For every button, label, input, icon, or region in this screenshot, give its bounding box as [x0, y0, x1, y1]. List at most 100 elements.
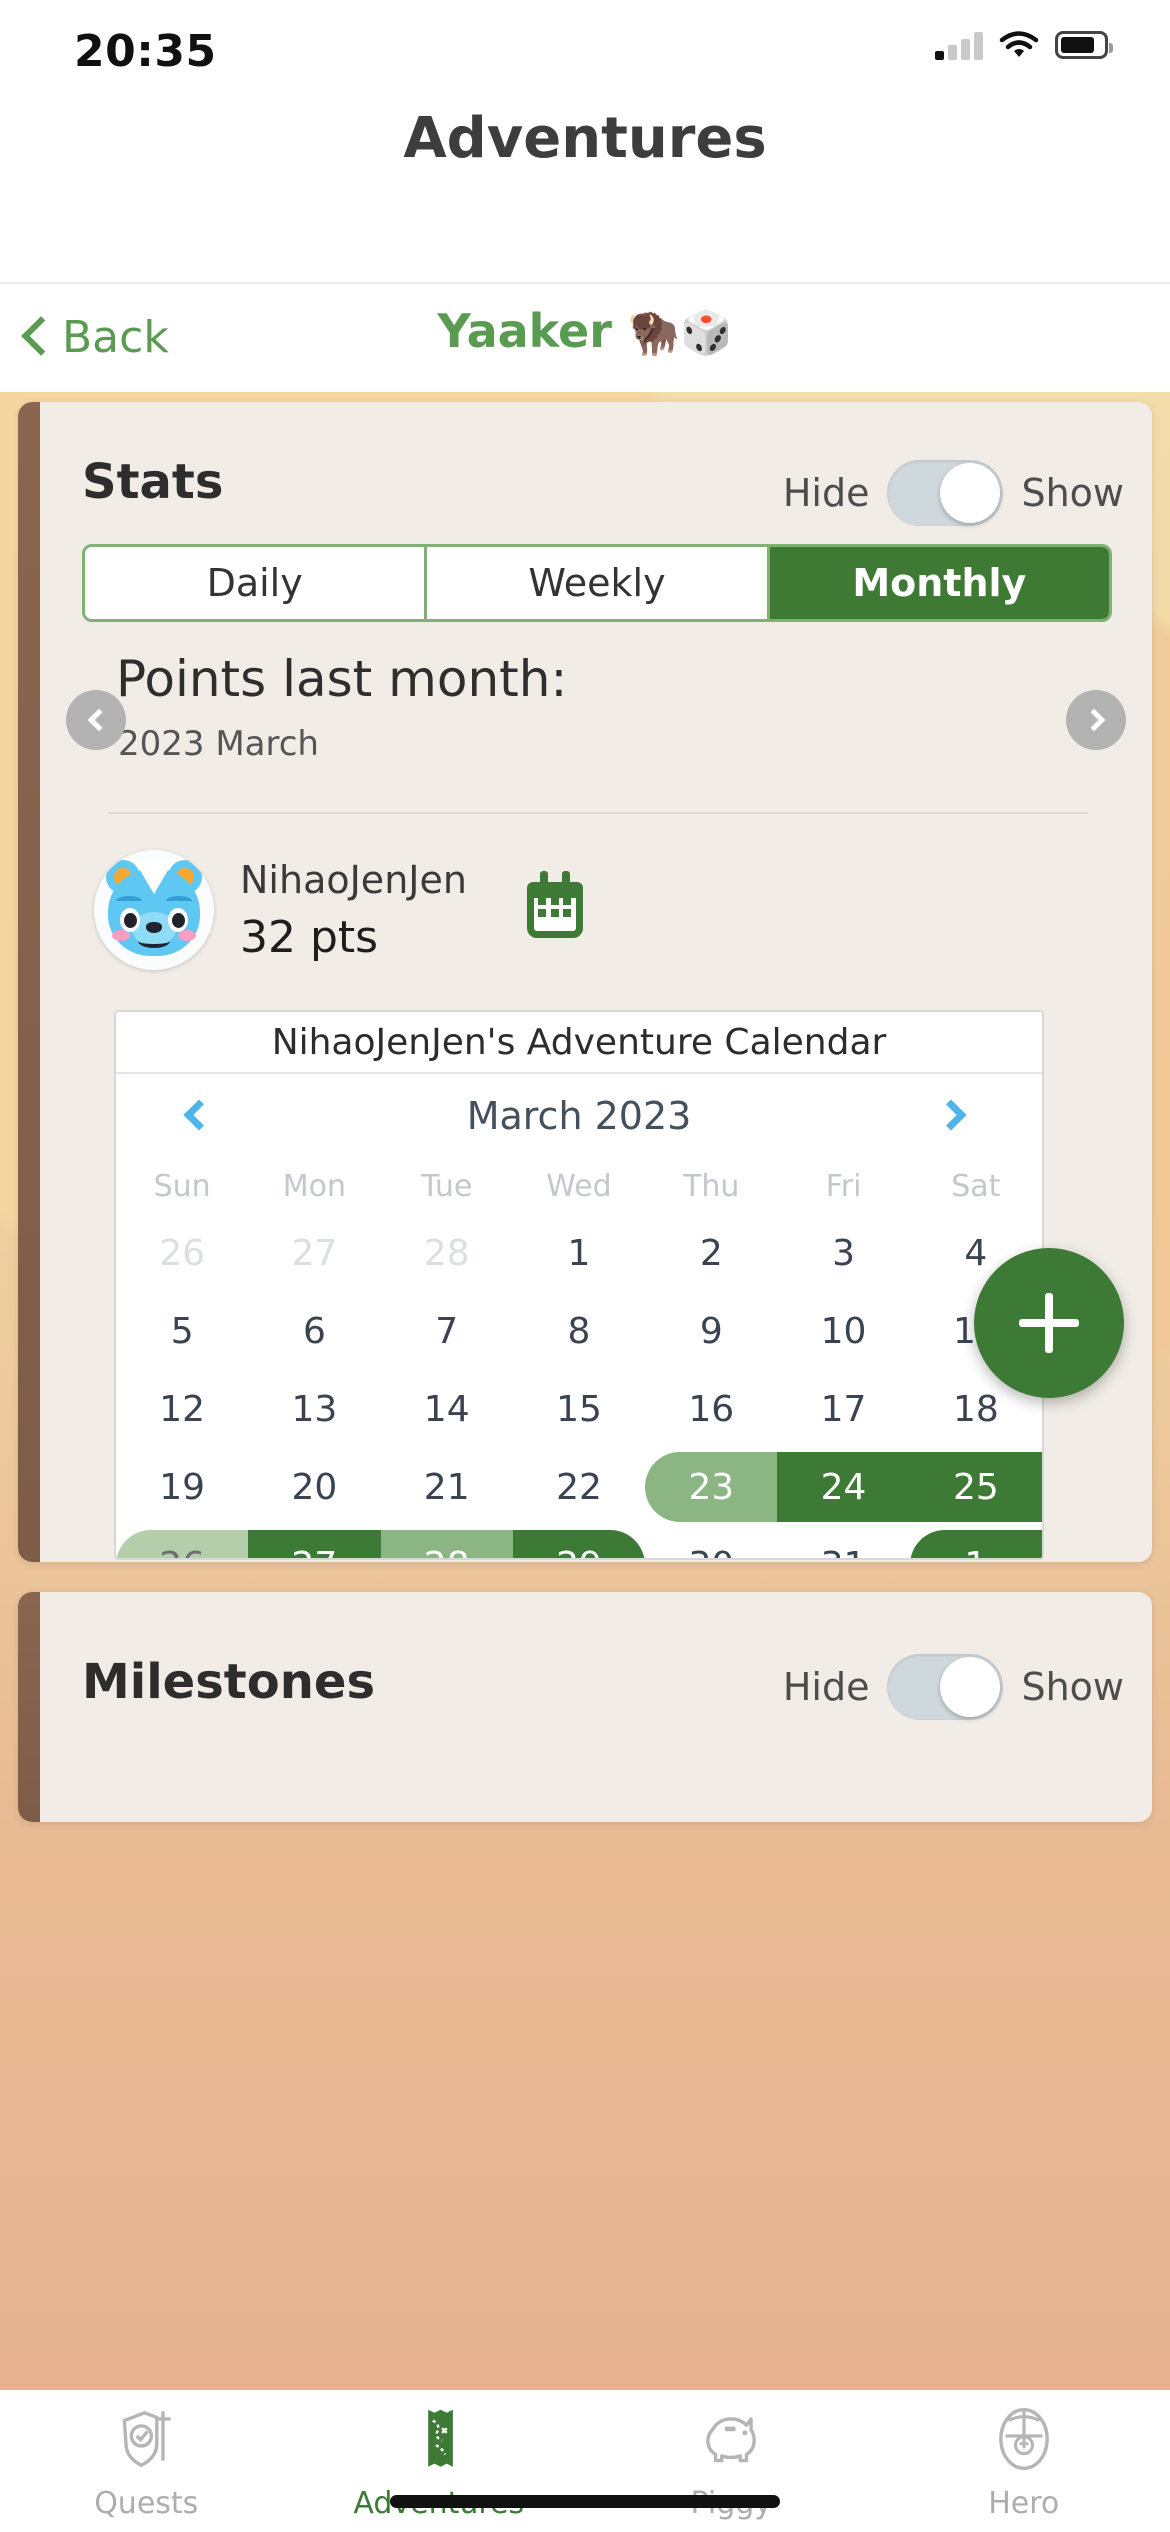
- status-time: 20:35: [74, 26, 217, 77]
- bison-dice-icon: 🦬🎲: [627, 308, 733, 357]
- tab-hero[interactable]: Hero: [878, 2402, 1170, 2521]
- day-number: 4: [964, 1232, 988, 1274]
- day-number: 1: [964, 1545, 987, 1559]
- calendar-day-cell[interactable]: 14: [381, 1370, 513, 1448]
- day-number: 17: [820, 1388, 867, 1430]
- day-number: 25: [952, 1466, 999, 1508]
- period-segmented-control[interactable]: Daily Weekly Monthly: [82, 544, 1112, 622]
- calendar-day-cell[interactable]: 1: [909, 1526, 1042, 1559]
- calendar-month-label: March 2023: [466, 1094, 692, 1138]
- calendar-day-cell[interactable]: 1: [513, 1214, 645, 1292]
- calendar-icon[interactable]: [526, 871, 583, 938]
- segment-weekly[interactable]: Weekly: [427, 547, 770, 619]
- calendar-day-cell[interactable]: 5: [116, 1292, 248, 1370]
- calendar-day-cell[interactable]: 27: [248, 1526, 381, 1558]
- divider: [108, 812, 1088, 814]
- calendar-day-cell[interactable]: 17: [777, 1370, 909, 1448]
- calendar-day-cell[interactable]: 2: [645, 1214, 777, 1292]
- phone-screen: 20:35 Adventures Back Yaaker 🦬🎲 Stats Hi…: [0, 0, 1170, 2532]
- calendar-day-cell[interactable]: 15: [513, 1370, 645, 1448]
- calendar-day-cell[interactable]: 8: [513, 1292, 645, 1370]
- day-number: 6: [302, 1310, 326, 1352]
- day-number: 24: [820, 1466, 867, 1508]
- day-number: 26: [159, 1232, 206, 1274]
- calendar-day-cell[interactable]: 21: [381, 1448, 513, 1526]
- map-icon: [427, 2409, 453, 2467]
- day-number: 13: [291, 1388, 338, 1430]
- add-button[interactable]: [974, 1248, 1124, 1398]
- calendar-dow-row: Sun Mon Tue Wed Thu Fri Sat: [116, 1158, 1042, 1214]
- calendar-week-row: 567891011: [116, 1292, 1042, 1370]
- calendar-day-cell[interactable]: 20: [248, 1448, 380, 1526]
- calendar-day-cell[interactable]: 24: [777, 1448, 910, 1526]
- calendar-day-cell[interactable]: 12: [116, 1370, 248, 1448]
- calendar-week-row: 19 20 21 22 23 24 25: [116, 1448, 1042, 1526]
- calendar-day-cell[interactable]: 30: [645, 1526, 777, 1559]
- calendar-day-cell[interactable]: 19: [116, 1448, 248, 1526]
- calendar-day-cell[interactable]: 25: [909, 1448, 1042, 1526]
- stats-panel-inner: Stats Hide Show Daily Weekly Monthly Poi…: [40, 402, 1152, 1562]
- calendar-day-cell[interactable]: 29: [512, 1526, 646, 1559]
- day-number: 28: [423, 1232, 470, 1274]
- day-number: 5: [170, 1310, 194, 1352]
- stats-heading: Stats: [82, 454, 224, 510]
- calendar-day-cell[interactable]: 28: [380, 1526, 513, 1558]
- calendar-day-cell[interactable]: 27: [248, 1214, 380, 1292]
- day-number: 9: [699, 1310, 723, 1352]
- day-number: 15: [556, 1388, 602, 1430]
- points-title: Points last month:: [116, 650, 568, 708]
- milestones-visibility-toggle[interactable]: Hide Show: [783, 1654, 1124, 1720]
- calendar-day-cell[interactable]: 26: [116, 1214, 248, 1292]
- calendar-month-row: March 2023: [116, 1074, 1042, 1158]
- user-name: NihaoJenJen: [240, 857, 467, 902]
- calendar-prev-month-button[interactable]: [174, 1094, 224, 1144]
- milestones-heading: Milestones: [82, 1654, 376, 1710]
- calendar-day-cell[interactable]: 3: [777, 1214, 909, 1292]
- calendar-day-cell[interactable]: 23: [645, 1448, 778, 1526]
- calendar-day-cell[interactable]: 7: [381, 1292, 513, 1370]
- calendar-day-cell[interactable]: 31: [777, 1526, 909, 1559]
- calendar-next-month-button[interactable]: [934, 1094, 984, 1144]
- stats-visibility-toggle[interactable]: Hide Show: [783, 460, 1124, 526]
- prev-period-button[interactable]: [66, 690, 126, 750]
- calendar-dow-tue: Tue: [421, 1168, 473, 1204]
- day-number: 30: [688, 1545, 734, 1559]
- day-number: 20: [291, 1466, 338, 1508]
- hide-label: Hide: [782, 471, 870, 515]
- page-title: Adventures: [0, 100, 1170, 178]
- show-label: Show: [1021, 1665, 1124, 1709]
- day-number: 27: [291, 1232, 338, 1274]
- calendar-day-cell[interactable]: 9: [645, 1292, 777, 1370]
- calendar-day-cell[interactable]: 16: [645, 1370, 777, 1448]
- calendar-title: NihaoJenJen's Adventure Calendar: [116, 1012, 1042, 1074]
- panel-left-edge: [18, 402, 40, 1562]
- stats-toggle-switch[interactable]: [887, 460, 1004, 526]
- milestones-toggle-switch[interactable]: [887, 1654, 1004, 1720]
- calendar-day-cell[interactable]: 26: [116, 1526, 249, 1558]
- points-period: 2023 March: [118, 724, 319, 764]
- adventure-name: Yaaker 🦬🎲: [0, 304, 1170, 358]
- day-number: 16: [688, 1388, 735, 1430]
- day-number: 3: [832, 1232, 856, 1274]
- avatar: [94, 850, 214, 970]
- calendar-day-cell[interactable]: 13: [248, 1370, 380, 1448]
- calendar-day-cell[interactable]: 10: [777, 1292, 909, 1370]
- segment-monthly[interactable]: Monthly: [769, 547, 1109, 619]
- segment-daily[interactable]: Daily: [85, 547, 428, 619]
- day-number: 23: [688, 1466, 735, 1508]
- battery-icon: [1055, 31, 1113, 59]
- calendar-day-cell[interactable]: 28: [381, 1214, 513, 1292]
- day-number: 12: [159, 1388, 206, 1430]
- user-points: 32 pts: [240, 911, 379, 963]
- calendar-day-cell[interactable]: 6: [248, 1292, 380, 1370]
- day-number: 18: [952, 1388, 999, 1430]
- calendar-day-cell[interactable]: 22: [513, 1448, 645, 1526]
- day-number: 29: [556, 1545, 602, 1559]
- tab-quests[interactable]: Quests: [0, 2402, 293, 2521]
- wifi-icon: [999, 31, 1039, 57]
- day-number: 10: [820, 1310, 867, 1352]
- user-info: NihaoJenJen 32 pts: [240, 858, 467, 963]
- panel-left-edge: [18, 1592, 40, 1822]
- next-period-button[interactable]: [1066, 690, 1126, 750]
- calendar-week-row: 26 27 28 29 30 31 1: [116, 1526, 1042, 1559]
